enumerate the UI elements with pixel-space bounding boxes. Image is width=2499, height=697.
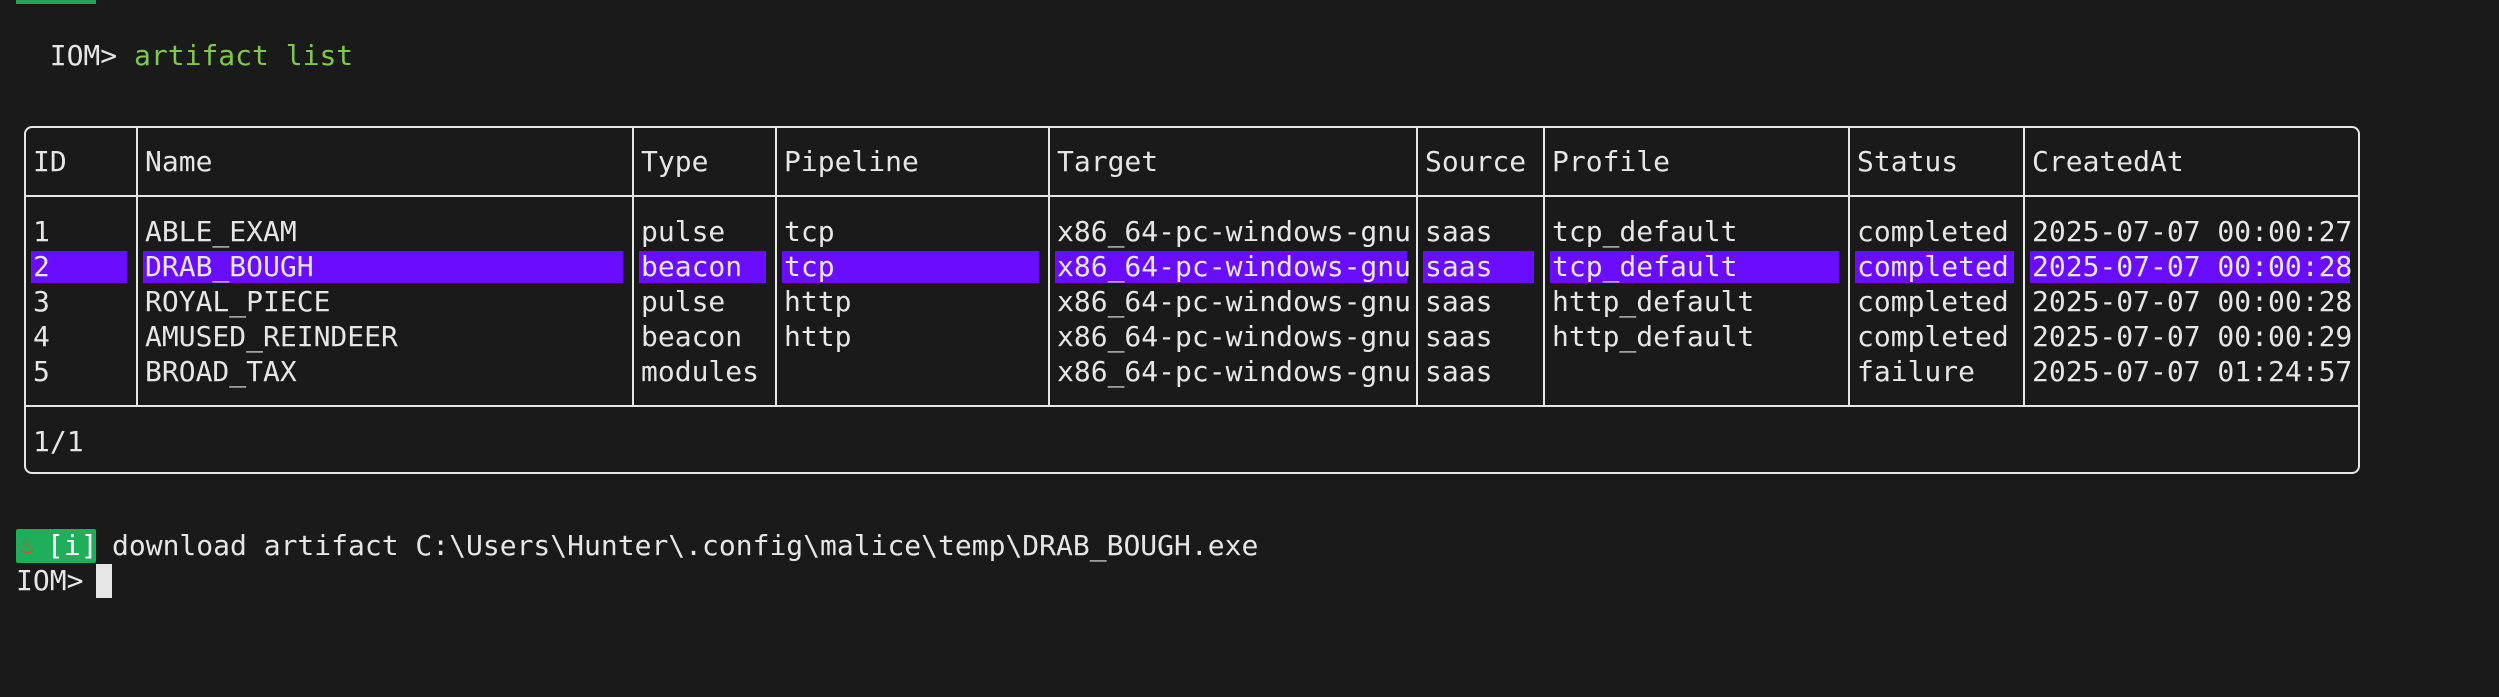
- column-divider: [136, 126, 138, 406]
- table-cell-target: x86_64-pc-windows-gnu: [1057, 250, 1412, 283]
- table-cell-createdat: 2025-07-07 01:24:57: [2032, 355, 2353, 388]
- prompt-label: IOM>: [49, 39, 118, 72]
- table-cell-target: x86_64-pc-windows-gnu: [1057, 355, 1412, 388]
- column-divider: [2023, 126, 2025, 406]
- table-cell-profile: http_default: [1552, 285, 1755, 318]
- table-cell-id: 3: [33, 285, 50, 318]
- column-header-target: Target: [1057, 145, 1159, 178]
- column-header-status: Status: [1857, 145, 1959, 178]
- table-cell-profile: tcp_default: [1552, 215, 1738, 248]
- table-cell-id: 1: [33, 215, 50, 248]
- table-cell-type: pulse: [641, 285, 726, 318]
- prompt-label: IOM>: [16, 564, 84, 597]
- table-cell-type: modules: [641, 355, 760, 388]
- table-cell-source: saas: [1425, 250, 1493, 283]
- command-text: artifact list: [134, 39, 354, 72]
- column-header-profile: Profile: [1552, 145, 1671, 178]
- table-cell-id: 4: [33, 320, 50, 353]
- table-cell-pipeline: http: [784, 285, 852, 318]
- table-cell-target: x86_64-pc-windows-gnu: [1057, 215, 1412, 248]
- table-cell-id: 5: [33, 355, 50, 388]
- table-cell-name: BROAD_TAX: [145, 355, 297, 388]
- column-divider: [1048, 126, 1050, 406]
- table-cell-status: completed: [1857, 320, 2009, 353]
- table-cell-type: beacon: [641, 250, 743, 283]
- column-divider: [1416, 126, 1418, 406]
- table-cell-createdat: 2025-07-07 00:00:29: [2032, 320, 2353, 353]
- table-cell-status: failure: [1857, 355, 1976, 388]
- column-divider: [775, 126, 777, 406]
- table-cell-target: x86_64-pc-windows-gnu: [1057, 320, 1412, 353]
- table-cell-name: ROYAL_PIECE: [145, 285, 331, 318]
- column-divider: [1848, 126, 1850, 406]
- table-cell-pipeline: tcp: [784, 250, 835, 283]
- column-header-source: Source: [1425, 145, 1527, 178]
- table-cell-createdat: 2025-07-07 00:00:28: [2032, 285, 2353, 318]
- column-header-id: ID: [33, 145, 67, 178]
- table-cell-pipeline: tcp: [784, 215, 835, 248]
- table-cell-status: completed: [1857, 285, 2009, 318]
- table-cell-source: saas: [1425, 215, 1493, 248]
- table-cell-profile: http_default: [1552, 320, 1755, 353]
- table-cell-source: saas: [1425, 285, 1493, 318]
- column-header-createdat: CreatedAt: [2032, 145, 2184, 178]
- column-header-name: Name: [145, 145, 213, 178]
- terminal-cursor[interactable]: [96, 564, 112, 598]
- table-cell-createdat: 2025-07-07 00:00:28: [2032, 250, 2353, 283]
- table-cell-type: beacon: [641, 320, 743, 353]
- table-cell-name: DRAB_BOUGH: [145, 250, 314, 283]
- table-cell-type: pulse: [641, 215, 726, 248]
- table-cell-status: completed: [1857, 215, 2009, 248]
- table-cell-source: saas: [1425, 320, 1493, 353]
- table-header-divider: [24, 195, 2360, 197]
- table-cell-name: ABLE_EXAM: [145, 215, 297, 248]
- table-cell-profile: tcp_default: [1552, 250, 1738, 283]
- column-header-pipeline: Pipeline: [784, 145, 919, 178]
- table-pagination: 1/1: [33, 425, 84, 458]
- table-cell-id: 2: [33, 250, 50, 283]
- table-cell-source: saas: [1425, 355, 1493, 388]
- table-cell-target: x86_64-pc-windows-gnu: [1057, 285, 1412, 318]
- download-message: download artifact C:\Users\Hunter\.confi…: [112, 529, 1259, 562]
- info-badge-label: [i]: [47, 529, 98, 562]
- command-line: IOM> artifact list: [16, 3, 353, 73]
- table-cell-name: AMUSED_REINDEER: [145, 320, 398, 353]
- column-divider: [1543, 126, 1545, 406]
- table-cell-status: completed: [1857, 250, 2009, 283]
- column-header-type: Type: [641, 145, 709, 178]
- fire-icon: ♨: [20, 531, 35, 559]
- table-cell-createdat: 2025-07-07 00:00:27: [2032, 215, 2353, 248]
- table-footer-divider: [24, 405, 2360, 407]
- table-cell-pipeline: http: [784, 320, 852, 353]
- column-divider: [632, 126, 634, 406]
